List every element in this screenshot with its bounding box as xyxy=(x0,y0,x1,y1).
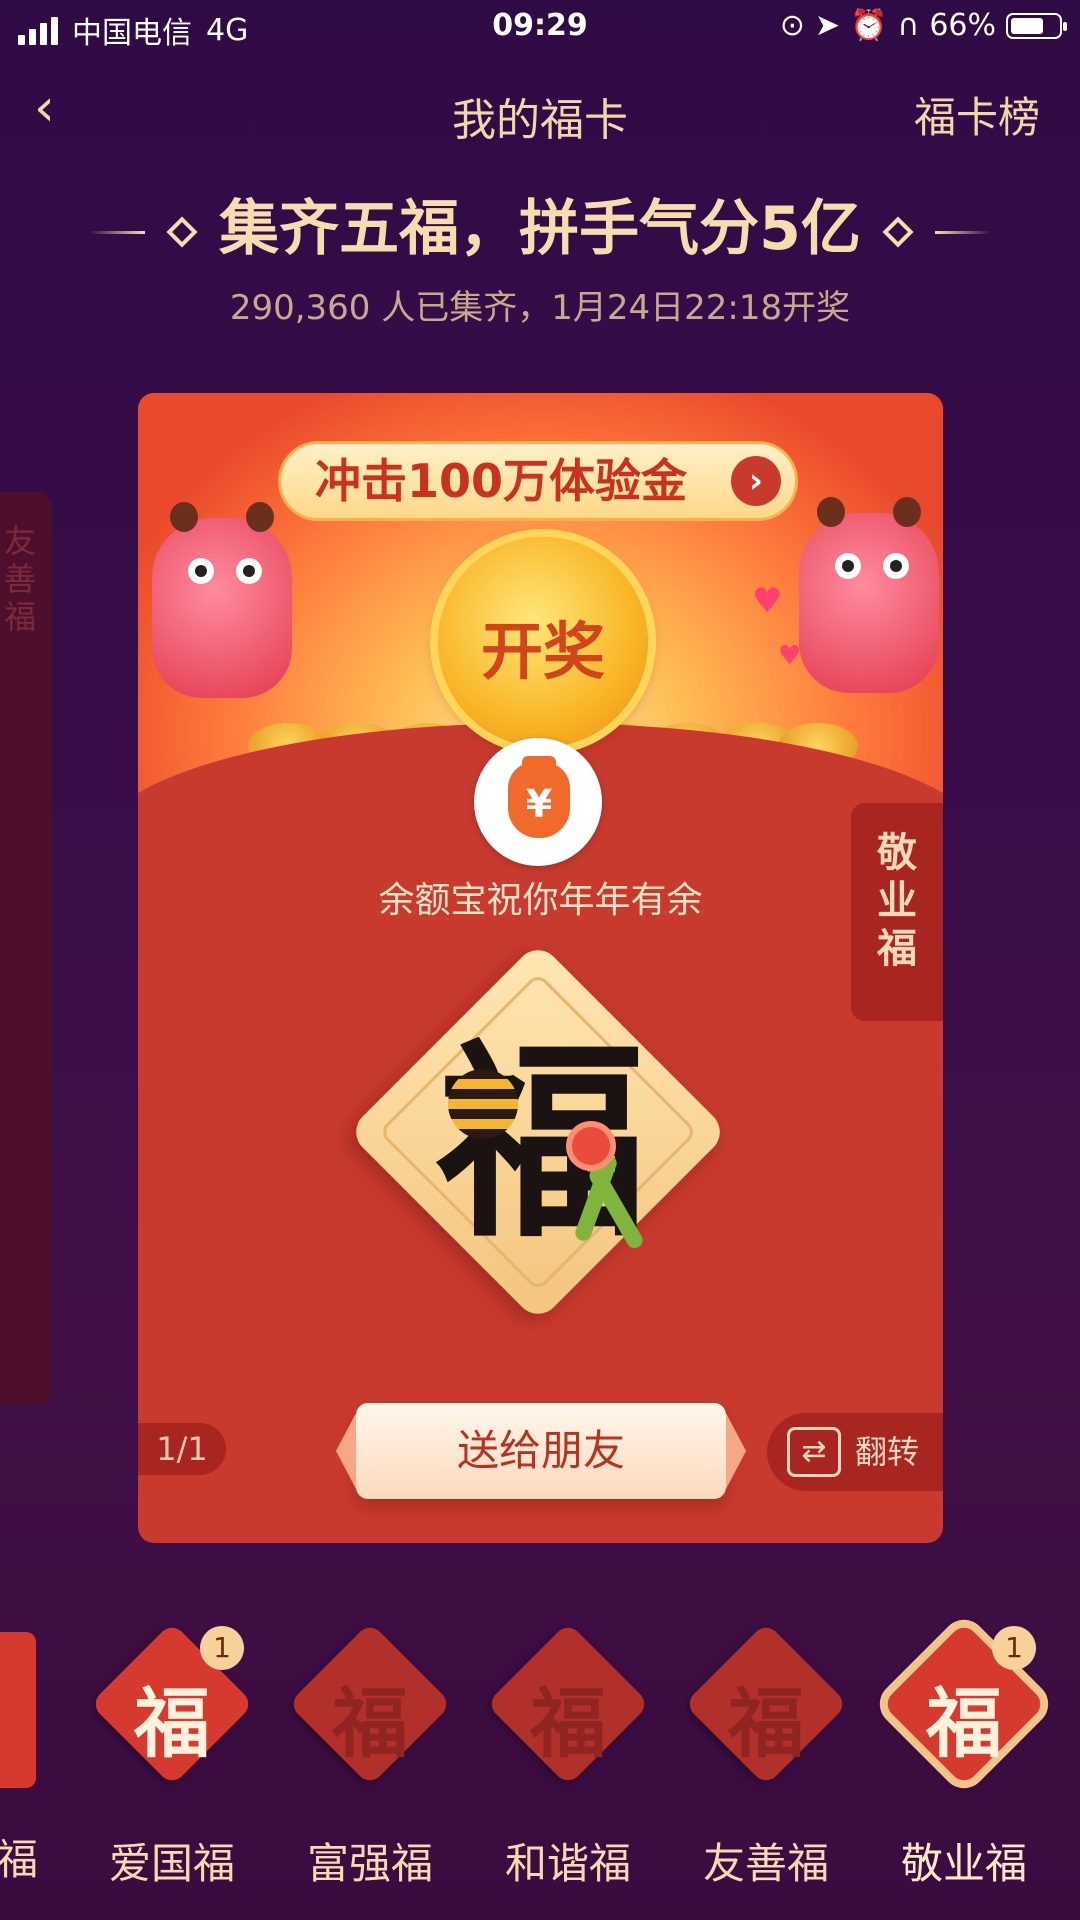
sponsor-badge: ¥ xyxy=(474,738,602,866)
battery-icon xyxy=(1006,12,1067,39)
ox-mascot-left xyxy=(152,502,292,698)
headline-subtitle: 290,360 人已集齐，1月24日22:18开奖 xyxy=(229,288,851,328)
card-count-badge: 1 xyxy=(992,1626,1036,1670)
fu-card-thumb[interactable]: 福1 xyxy=(89,1620,255,1790)
card-pager: 1/1 xyxy=(138,1423,226,1475)
card-glyph: 福 xyxy=(926,1679,1002,1768)
card-name: 富强福 xyxy=(306,1839,433,1888)
battery-percent: 66% xyxy=(929,8,996,43)
card-name: 敬业福 xyxy=(900,1839,1027,1888)
draw-coin-button[interactable]: 开奖 xyxy=(438,537,648,747)
sponsor-wish: 余额宝祝你年年有余 xyxy=(378,880,703,921)
divider-line xyxy=(934,230,991,234)
headline: 集齐五福，拼手气分5亿 xyxy=(0,180,1080,267)
fu-card-selector: 福 1 爱国福福富强福福和谐福福友善福福 1 敬业福 xyxy=(0,1620,1080,1920)
fuka-ranking-link[interactable]: 福卡榜 xyxy=(914,84,1040,145)
card-name: 爱国福 xyxy=(108,1839,235,1888)
pill-label: 冲击100万体验金 xyxy=(315,454,688,508)
heart-icon: ♥ xyxy=(778,641,802,671)
diamond-ornament-icon xyxy=(882,216,914,248)
card-name: 和谐福 xyxy=(504,1839,631,1888)
fu-card-thumb[interactable]: 福1 xyxy=(881,1620,1047,1790)
flower-decoration xyxy=(572,1127,610,1165)
location-icon: ➤ xyxy=(814,8,840,43)
card-type-label: 敬业福 xyxy=(877,830,917,972)
alarm-icon: ⏰ xyxy=(849,8,888,43)
card-glyph: 福 xyxy=(134,1679,210,1768)
previous-card-peek[interactable]: 友善福 xyxy=(0,492,52,1404)
experience-gold-pill[interactable]: 冲击100万体验金 › xyxy=(278,441,798,521)
status-bar: 中国电信 4G 09:29 ⊙ ➤ ⏰ ∩ 66% xyxy=(0,0,1080,56)
fu-calligraphy: 福 xyxy=(436,1019,647,1266)
chevron-right-icon: › xyxy=(731,456,781,506)
card-count-badge: 1 xyxy=(200,1626,244,1670)
previous-card-label: 友善福 xyxy=(3,522,36,636)
card-glyph: 福 xyxy=(332,1679,408,1768)
draw-coin-label: 开奖 xyxy=(480,615,605,688)
fu-card-panel: ♥ ♥ 冲击100万体验金 › 开奖 ¥ 余额宝祝你年年有余 敬业福 福 1/1… xyxy=(138,393,943,1543)
bee-mascot xyxy=(448,1069,518,1139)
ox-mascot-right xyxy=(799,497,939,693)
money-bag-icon: ¥ xyxy=(508,756,570,838)
headline-title: 集齐五福，拼手气分5亿 xyxy=(219,194,861,264)
fu-card-thumb[interactable]: 福 xyxy=(287,1620,453,1790)
card-glyph: 福 xyxy=(530,1679,606,1768)
headphones-icon: ∩ xyxy=(897,8,920,43)
flip-button[interactable]: ⇄ 翻转 xyxy=(767,1413,943,1491)
flip-label: 翻转 xyxy=(855,1433,920,1471)
fu-card-thumb[interactable]: 福 xyxy=(683,1620,849,1790)
flip-icon: ⇄ xyxy=(787,1427,841,1477)
card-name: 友善福 xyxy=(702,1839,829,1888)
orientation-lock-icon: ⊙ xyxy=(779,8,805,43)
lottery-banner[interactable]: ♥ ♥ 冲击100万体验金 › 开奖 xyxy=(138,393,943,843)
fu-card-thumb[interactable]: 福 xyxy=(485,1620,651,1790)
send-to-friend-button[interactable]: 送给朋友 xyxy=(336,1403,746,1499)
card-glyph: 福 xyxy=(728,1679,804,1768)
heart-icon: ♥ xyxy=(752,581,783,621)
divider-line xyxy=(89,230,146,234)
nav-bar: ‹ 我的福卡 福卡榜 xyxy=(0,70,1080,150)
diamond-ornament-icon xyxy=(166,216,198,248)
card-type-tag: 敬业福 xyxy=(851,803,943,1021)
